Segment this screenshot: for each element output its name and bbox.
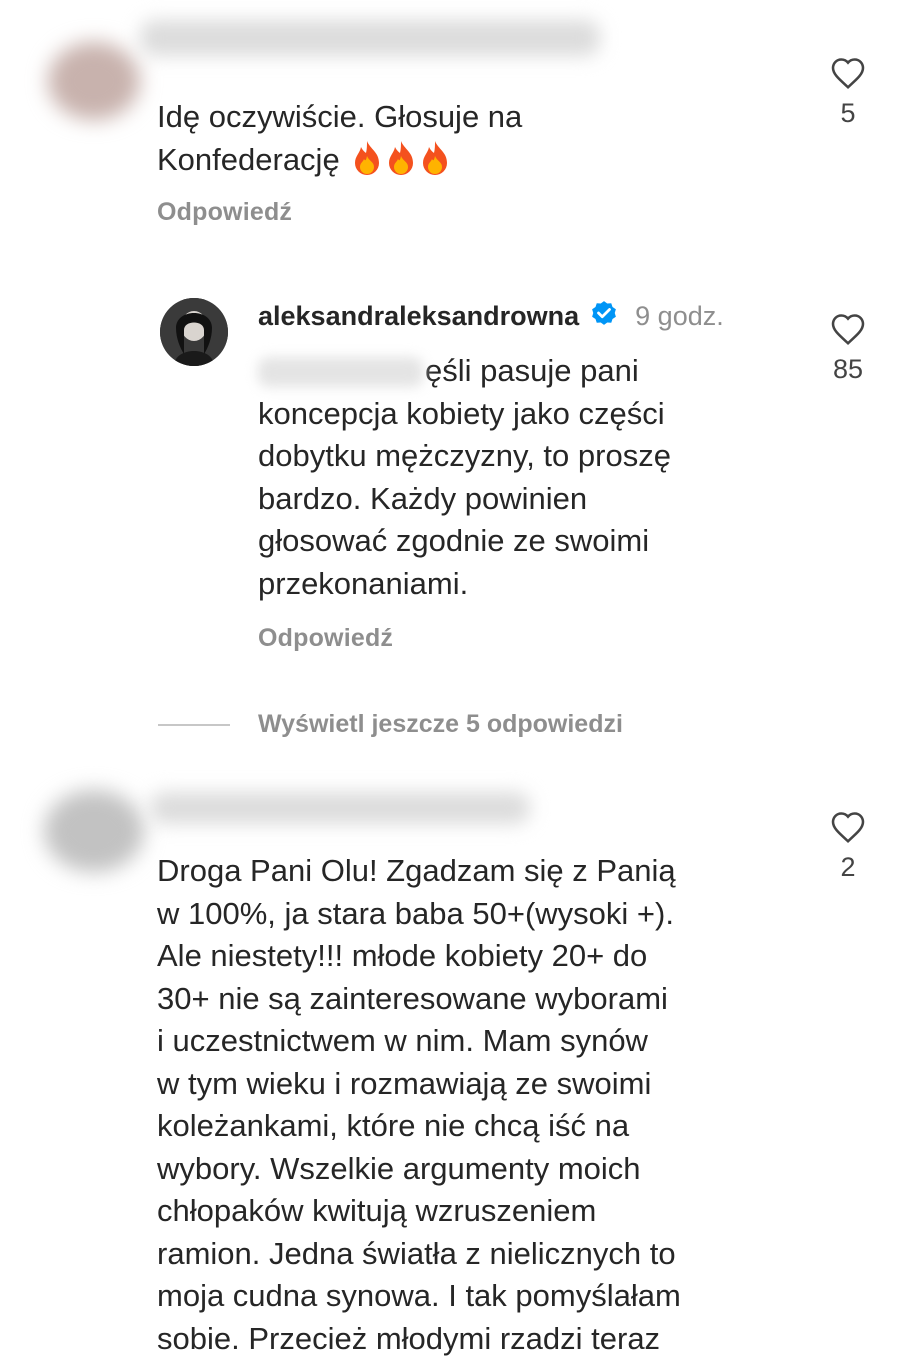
avatar[interactable]	[160, 298, 228, 366]
like-button[interactable]: 2	[818, 810, 878, 883]
view-more-replies[interactable]: Wyświetl jeszcze 5 odpowiedzi	[158, 710, 623, 739]
like-count: 2	[840, 852, 856, 882]
heart-outline-icon	[831, 812, 865, 843]
divider-line	[158, 723, 230, 726]
like-button[interactable]: 85	[818, 312, 878, 385]
reply-button[interactable]: Odpowiedź	[258, 624, 393, 653]
verified-badge-icon	[589, 298, 619, 335]
heart-outline-icon	[831, 58, 865, 89]
fire-emoji-icon	[420, 140, 450, 176]
avatar-blurred	[48, 42, 140, 120]
comment-text: ęśli pasuje pani koncepcja kobiety jako …	[258, 353, 671, 601]
username-blurred	[140, 20, 600, 56]
fire-emoji-icon	[352, 140, 382, 176]
avatar-blurred	[44, 790, 144, 872]
like-count: 85	[832, 354, 864, 384]
like-count: 5	[840, 98, 856, 128]
heart-outline-icon	[831, 314, 865, 345]
comment-text: Idę oczywiście. Głosuje na Konfederację	[157, 99, 523, 177]
comment-header: aleksandraleksandrowna 9 godz.	[258, 298, 724, 335]
view-more-label: Wyświetl jeszcze 5 odpowiedzi	[258, 710, 623, 738]
username[interactable]: aleksandraleksandrowna	[258, 301, 579, 332]
mention-blurred	[258, 357, 423, 387]
fire-emoji-icon	[386, 140, 416, 176]
like-button[interactable]: 5	[818, 56, 878, 129]
username-blurred	[150, 792, 530, 824]
timestamp: 9 godz.	[635, 301, 724, 331]
reply-button[interactable]: Odpowiedź	[157, 198, 292, 227]
comment-text: Droga Pani Olu! Zgadzam się z Panią w 10…	[157, 853, 681, 1356]
